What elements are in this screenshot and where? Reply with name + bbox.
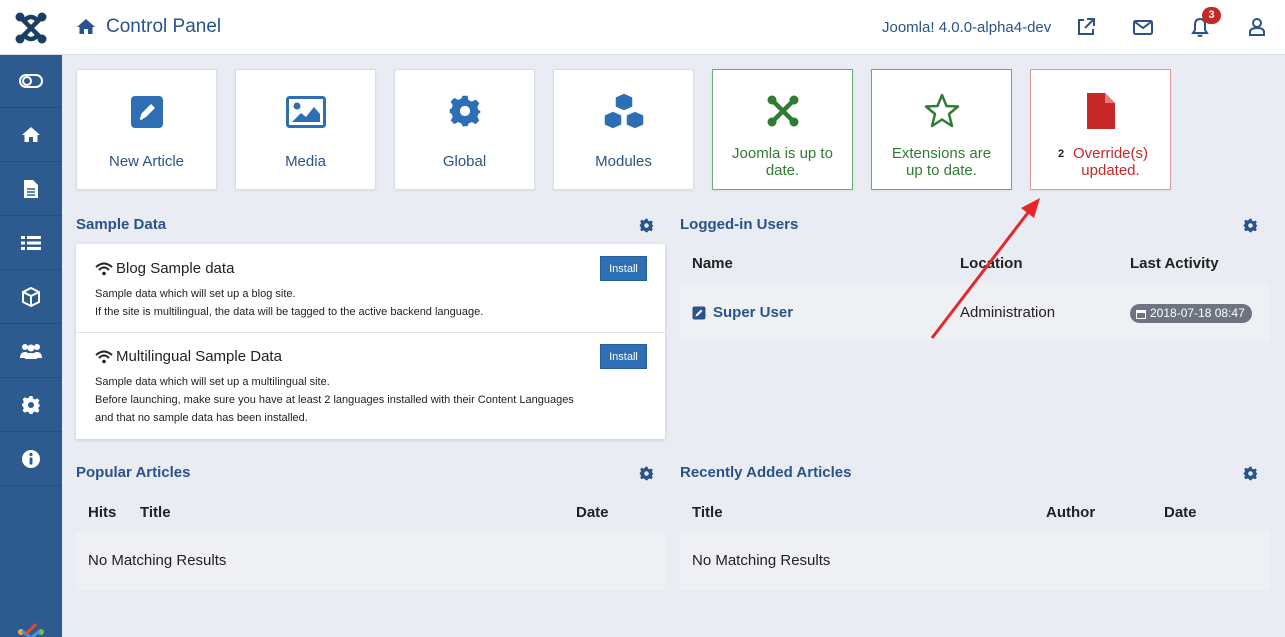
cube-icon <box>22 287 40 307</box>
user-name-link[interactable]: Super User <box>713 304 793 321</box>
edit-icon <box>692 306 706 320</box>
tile-label: Global <box>442 153 487 170</box>
file-text-icon <box>24 180 38 198</box>
tile-global[interactable]: Global <box>394 69 535 190</box>
sample-data-title: Sample Data <box>76 216 167 233</box>
sidebar-item-users[interactable] <box>0 325 62 378</box>
joomla-icon <box>767 95 798 127</box>
gear-icon[interactable] <box>639 218 654 233</box>
toggle-icon <box>19 74 43 88</box>
sidebar-item-system[interactable] <box>0 379 62 432</box>
pencil-square-icon <box>130 96 163 128</box>
home-icon <box>22 127 40 142</box>
file-icon <box>1086 93 1115 129</box>
external-link-icon[interactable] <box>1075 16 1097 38</box>
sidebar-item-dashboard[interactable] <box>0 109 62 162</box>
tile-label: Joomla is up to date. <box>732 145 833 179</box>
wifi-icon <box>95 262 113 276</box>
column-header-hits: Hits <box>88 504 117 521</box>
tile-label: Media <box>285 153 326 170</box>
tile-overrides[interactable]: 2 Override(s) updated. <box>1030 69 1171 190</box>
sample-desc: Sample data which will set up a multilin… <box>95 376 330 388</box>
star-icon <box>924 93 959 128</box>
notification-count-badge[interactable]: 3 <box>1202 7 1221 24</box>
user-location: Administration <box>960 304 1056 321</box>
cubes-icon <box>602 92 645 130</box>
sidebar-item-help[interactable] <box>0 433 62 486</box>
gear-icon[interactable] <box>639 466 654 481</box>
info-icon <box>22 450 40 468</box>
sidebar-item-components[interactable] <box>0 271 62 324</box>
empty-results: No Matching Results <box>88 552 227 569</box>
page-title: Control Panel <box>106 16 222 37</box>
home-icon <box>77 19 95 34</box>
tile-joomla-update[interactable]: Joomla is up to date. <box>712 69 853 190</box>
user-icon[interactable] <box>1246 16 1268 38</box>
envelope-icon[interactable] <box>1132 16 1154 38</box>
logged-users-title: Logged-in Users <box>680 216 799 233</box>
joomla-logo-icon[interactable] <box>0 0 62 55</box>
sidebar-item-content[interactable] <box>0 163 62 216</box>
column-header-date: Date <box>576 504 609 521</box>
sidebar-toggle[interactable] <box>0 55 62 108</box>
tile-label: Extensions are up to date. <box>891 145 992 179</box>
tile-media[interactable]: Media <box>235 69 376 190</box>
gear-icon <box>22 396 40 414</box>
tile-extensions-update[interactable]: Extensions are up to date. <box>871 69 1012 190</box>
sample-desc: Sample data which will set up a blog sit… <box>95 288 296 300</box>
install-button[interactable]: Install <box>600 256 647 281</box>
sample-desc: If the site is multilingual, the data wi… <box>95 306 484 318</box>
gear-icon[interactable] <box>1243 218 1258 233</box>
users-icon <box>20 344 42 359</box>
empty-results: No Matching Results <box>692 552 831 569</box>
tile-label: Override(s) updated. <box>1072 145 1148 179</box>
tile-label: New Article <box>108 153 185 170</box>
column-header-last-activity: Last Activity <box>1130 255 1219 272</box>
last-activity-badge: 2018-07-18 08:47 <box>1130 304 1252 323</box>
sample-data-card: Blog Sample data Install Sample data whi… <box>76 244 665 439</box>
column-header-title: Title <box>140 504 171 521</box>
sample-item-blog: Blog Sample data Install Sample data whi… <box>76 244 665 333</box>
tile-new-article[interactable]: New Article <box>76 69 217 190</box>
list-icon <box>21 236 41 250</box>
popular-articles-title: Popular Articles <box>76 464 191 481</box>
sample-desc: Before launching, make sure you have at … <box>95 394 574 406</box>
sample-desc: and that no sample data has been install… <box>95 412 308 424</box>
version-link[interactable]: Joomla! 4.0.0-alpha4-dev <box>882 19 1051 36</box>
column-header-date: Date <box>1164 504 1197 521</box>
column-header-author: Author <box>1046 504 1096 521</box>
joomla-mini-logo-icon <box>18 622 44 637</box>
sample-name: Blog Sample data <box>116 260 235 277</box>
calendar-icon <box>1136 309 1146 319</box>
tile-label: Modules <box>595 153 652 170</box>
sidebar-item-menus[interactable] <box>0 217 62 270</box>
gear-icon[interactable] <box>1243 466 1258 481</box>
sample-name: Multilingual Sample Data <box>116 348 282 365</box>
recent-articles-title: Recently Added Articles <box>680 464 852 481</box>
top-header: Control Panel Joomla! 4.0.0-alpha4-dev 3 <box>0 0 1285 55</box>
column-header-location: Location <box>960 255 1023 272</box>
sample-item-multilingual: Multilingual Sample Data Install Sample … <box>76 333 665 439</box>
column-header-name: Name <box>692 255 733 272</box>
sidebar <box>0 55 62 637</box>
wifi-icon <box>95 350 113 364</box>
tile-modules[interactable]: Modules <box>553 69 694 190</box>
gear-icon <box>449 95 480 127</box>
install-button[interactable]: Install <box>600 344 647 369</box>
image-icon <box>285 96 326 128</box>
column-header-title: Title <box>692 504 723 521</box>
